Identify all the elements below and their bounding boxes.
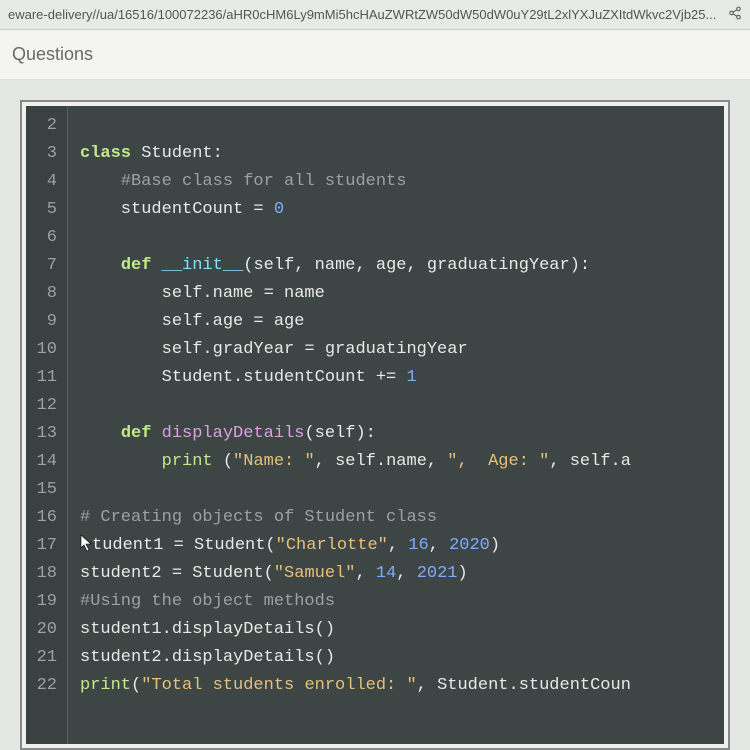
line-number: 14	[32, 448, 57, 476]
code-line[interactable]: print("Total students enrolled: ", Stude…	[80, 672, 631, 700]
line-number: 19	[32, 588, 57, 616]
code-line[interactable]: class Student:	[80, 140, 631, 168]
line-number: 11	[32, 364, 57, 392]
line-number: 4	[32, 168, 57, 196]
mouse-cursor-icon	[80, 534, 92, 552]
line-number: 16	[32, 504, 57, 532]
code-line[interactable]: def __init__(self, name, age, graduating…	[80, 252, 631, 280]
code-line[interactable]: studentCount = 0	[80, 196, 631, 224]
code-line[interactable]	[80, 392, 631, 420]
code-line[interactable]	[80, 224, 631, 252]
code-line[interactable]: self.age = age	[80, 308, 631, 336]
code-line[interactable]: student2.displayDetails()	[80, 644, 631, 672]
code-line[interactable]: def displayDetails(self):	[80, 420, 631, 448]
line-number: 5	[32, 196, 57, 224]
line-number: 2	[32, 112, 57, 140]
questions-header: Questions	[0, 30, 750, 80]
line-number-gutter: 2345678910111213141516171819202122	[26, 106, 68, 744]
code-line[interactable]: self.name = name	[80, 280, 631, 308]
share-icon[interactable]	[728, 6, 742, 23]
questions-label: Questions	[12, 44, 93, 64]
line-number: 15	[32, 476, 57, 504]
line-number: 18	[32, 560, 57, 588]
content-area: 2345678910111213141516171819202122 class…	[0, 80, 750, 750]
line-number: 6	[32, 224, 57, 252]
code-body[interactable]: class Student: #Base class for all stude…	[68, 106, 631, 744]
code-line[interactable]	[80, 112, 631, 140]
line-number: 10	[32, 336, 57, 364]
line-number: 7	[32, 252, 57, 280]
line-number: 8	[32, 280, 57, 308]
code-line[interactable]: print ("Name: ", self.name, ", Age: ", s…	[80, 448, 631, 476]
line-number: 20	[32, 616, 57, 644]
code-line[interactable]: #Using the object methods	[80, 588, 631, 616]
code-frame: 2345678910111213141516171819202122 class…	[20, 100, 730, 750]
line-number: 9	[32, 308, 57, 336]
line-number: 21	[32, 644, 57, 672]
code-line[interactable]	[80, 476, 631, 504]
code-line[interactable]: student1.displayDetails()	[80, 616, 631, 644]
line-number: 3	[32, 140, 57, 168]
line-number: 13	[32, 420, 57, 448]
code-line[interactable]: tudent1 = Student("Charlotte", 16, 2020)	[80, 532, 631, 560]
code-line[interactable]: # Creating objects of Student class	[80, 504, 631, 532]
code-line[interactable]: self.gradYear = graduatingYear	[80, 336, 631, 364]
line-number: 22	[32, 672, 57, 700]
code-line[interactable]: #Base class for all students	[80, 168, 631, 196]
browser-url-bar[interactable]: eware-delivery//ua/16516/100072236/aHR0c…	[0, 0, 750, 30]
code-editor[interactable]: 2345678910111213141516171819202122 class…	[26, 106, 724, 744]
line-number: 17	[32, 532, 57, 560]
line-number: 12	[32, 392, 57, 420]
code-line[interactable]: Student.studentCount += 1	[80, 364, 631, 392]
url-text: eware-delivery//ua/16516/100072236/aHR0c…	[8, 7, 720, 22]
code-line[interactable]: student2 = Student("Samuel", 14, 2021)	[80, 560, 631, 588]
